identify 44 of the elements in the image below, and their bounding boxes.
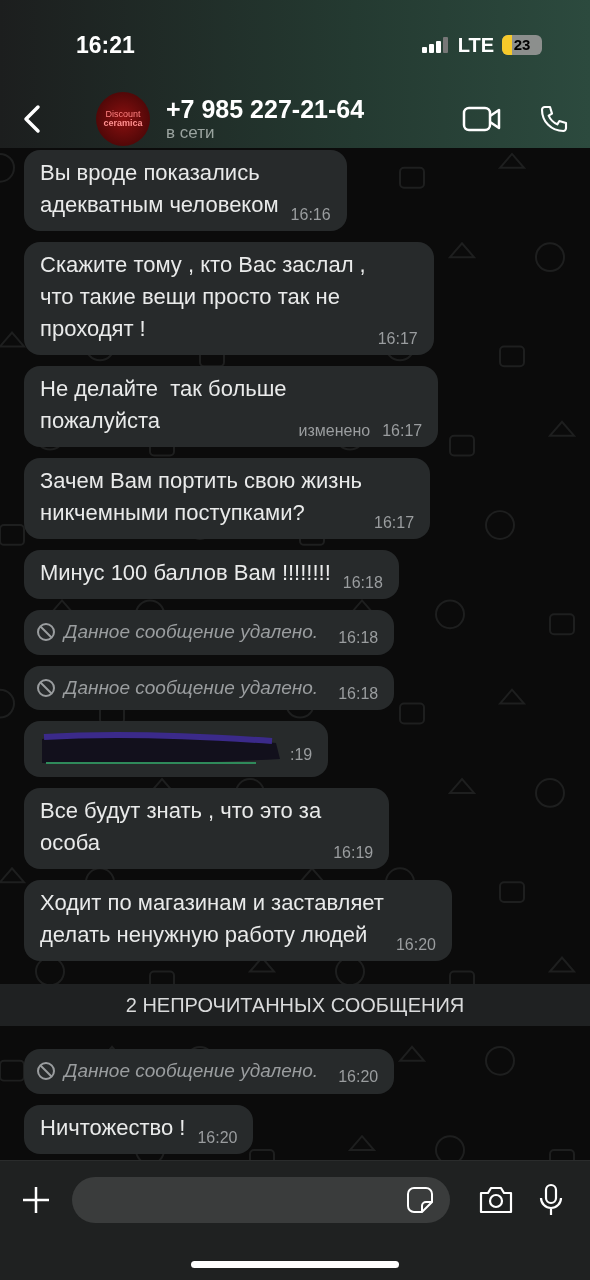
message-time: 16:17 xyxy=(374,513,415,533)
message-time: :19 xyxy=(290,745,313,765)
ban-icon xyxy=(36,622,56,643)
microphone-icon[interactable] xyxy=(538,1183,564,1217)
ban-icon xyxy=(36,677,56,698)
message-text: Не делайте так больше пожалуйста xyxy=(40,375,287,435)
contact-name[interactable]: +7 985 227-21-64 xyxy=(166,95,365,123)
deleted-message-text: Данное сообщение удалено. xyxy=(64,675,319,700)
message-input-field[interactable] xyxy=(72,1177,450,1223)
message-text: Минус 100 баллов Вам !!!!!!!! xyxy=(40,559,331,587)
message-time: 16:17 xyxy=(377,329,418,349)
video-camera-icon[interactable] xyxy=(462,105,502,133)
message-time: 16:18 xyxy=(342,573,383,593)
deleted-message-text: Данное сообщение удалено. xyxy=(64,620,319,644)
deleted-message-text: Данное сообщение удалено. xyxy=(64,1059,319,1083)
logo-text: Discount xyxy=(105,110,141,119)
phone-icon[interactable] xyxy=(538,103,570,135)
logo-text: ceramica xyxy=(103,119,143,128)
signal-icon xyxy=(421,37,450,53)
sticker-icon[interactable] xyxy=(406,1186,434,1214)
message-text: Зачем Вам портить свою жизнь никчемными поступками? xyxy=(40,467,363,527)
edited-label: изменено xyxy=(298,421,371,441)
message-text: Вы вроде показались адекватным человеком xyxy=(40,159,279,219)
message-time: 16:17 xyxy=(382,421,423,441)
message-time: 16:18 xyxy=(338,628,379,649)
message-text: Ходит по магазинам и заставляет делать ненужную работу людей xyxy=(40,889,384,949)
contact-status: в сети xyxy=(166,123,216,143)
message-text: Все будут знать , что это за особа xyxy=(40,797,322,857)
message-time: 16:20 xyxy=(338,1067,379,1088)
message-time: 16:19 xyxy=(333,843,374,863)
status-time: 16:21 xyxy=(76,30,135,60)
ban-icon xyxy=(36,1061,56,1082)
message-text: Ничтожество ! xyxy=(40,1113,186,1142)
battery-indicator: 23 xyxy=(502,35,542,55)
camera-icon[interactable] xyxy=(478,1185,514,1215)
plus-icon[interactable] xyxy=(20,1184,52,1216)
contact-avatar[interactable]: Discount ceramica xyxy=(96,92,150,146)
message-time: 16:16 xyxy=(290,205,331,225)
message-time: 16:20 xyxy=(395,935,436,955)
unread-banner-text: 2 НЕПРОЧИТАННЫХ СООБЩЕНИЯ xyxy=(125,993,465,1018)
message-time: 16:20 xyxy=(197,1127,238,1148)
network-label: LTE xyxy=(457,33,494,58)
message-time: 16:18 xyxy=(338,683,379,704)
message-text: Скажите тому , кто Вас заслал , что такие вещи просто так не проходят ! xyxy=(40,251,366,343)
